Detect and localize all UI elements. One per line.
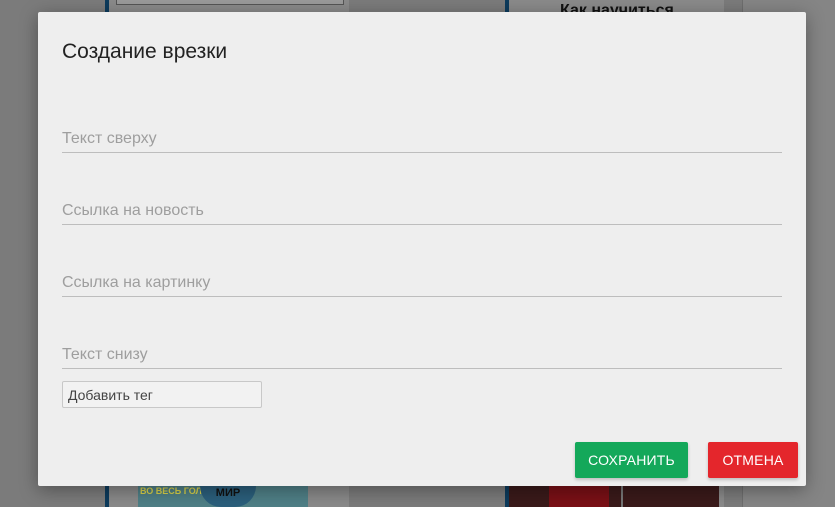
background-thumbnail-logo: МИР [200, 486, 256, 507]
news-link-input[interactable] [62, 202, 782, 220]
background-thumbnail-figure [549, 486, 609, 507]
top-text-field [62, 122, 782, 153]
background-thumbnail-left: ВО ВЕСЬ ГОЛОС МИР [138, 486, 308, 507]
news-link-field [62, 194, 782, 225]
background-thumbnail-right [509, 486, 719, 507]
cancel-button[interactable]: ОТМЕНА [708, 442, 798, 478]
create-insert-dialog: Создание врезки СОХРАНИТЬ ОТМЕНА [38, 12, 806, 486]
image-link-field [62, 266, 782, 297]
dialog-title: Создание врезки [62, 40, 228, 63]
add-tag-input[interactable] [62, 381, 262, 408]
save-button[interactable]: СОХРАНИТЬ [575, 442, 688, 478]
bottom-text-input[interactable] [62, 346, 782, 364]
top-text-input[interactable] [62, 130, 782, 148]
bottom-text-field [62, 338, 782, 369]
background-thumbnail-divider [621, 486, 623, 507]
background-input [116, 0, 344, 5]
image-link-input[interactable] [62, 274, 782, 292]
